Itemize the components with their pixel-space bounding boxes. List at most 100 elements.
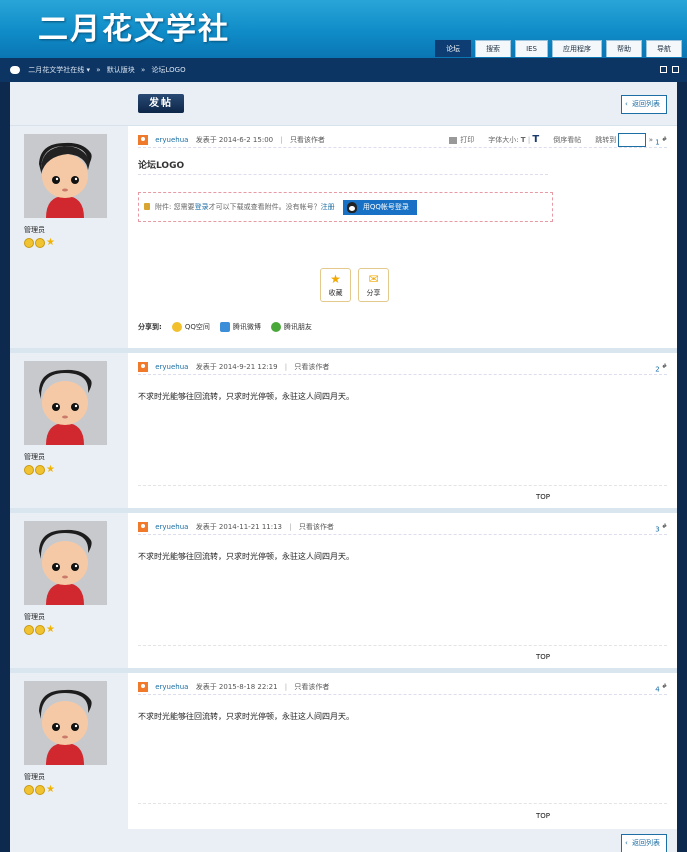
nav-tab-help[interactable]: 帮助 [606, 40, 642, 57]
floor-number[interactable]: 3 # [655, 519, 667, 537]
post-1: 管理员 ★ eryuehua 发表于 2014-6-2 15:00 | 只看该作… [10, 126, 677, 353]
share-friends-link[interactable]: 腾讯朋友 [270, 322, 312, 332]
share-weibo-label: 腾讯微博 [232, 323, 261, 331]
floor-number-value: 4 [655, 685, 660, 694]
jump-page-input[interactable] [618, 133, 647, 147]
post-3: 管理员 ★ eryuehua 发表于 2014-11-21 11:13 | 只看… [10, 513, 677, 673]
post-date: 发表于 2014-6-2 15:00 [195, 136, 274, 144]
site-logo[interactable]: 二月花文学社 [38, 4, 230, 48]
nav-tab-navigation[interactable]: 导航 [646, 40, 682, 57]
sun-rank-icon [24, 465, 34, 475]
post-author[interactable]: eryuehua [155, 136, 188, 144]
post-main: eryuehua 发表于 2014-11-21 11:13 | 只看该作者 3 … [138, 513, 667, 673]
sun-rank-icon [35, 465, 45, 475]
chat-bubble-icon [10, 66, 20, 74]
reverse-order-link[interactable]: 倒序看帖 [553, 132, 581, 148]
star-rank-icon: ★ [46, 624, 55, 635]
post-divider [138, 485, 667, 486]
nav-tab-search[interactable]: 搜索 [475, 40, 512, 57]
post-body: 不求时光能够往回流转，只求时光停顿，永驻这人间四月天。 [138, 712, 354, 721]
floor-number[interactable]: 2 # [655, 359, 667, 377]
user-role: 管理员 [24, 613, 45, 621]
only-author-link[interactable]: 只看该作者 [290, 136, 325, 144]
qq-login-button[interactable]: 用QQ帐号登录 [342, 199, 417, 215]
breadcrumb: 二月花文学社在线 ▾ » 默认版块 » 论坛LOGO [0, 58, 687, 82]
only-author-link[interactable]: 只看该作者 [294, 683, 329, 691]
post-main: eryuehua 发表于 2014-6-2 15:00 | 只看该作者 打印 字… [138, 126, 667, 353]
narrow-view-icon[interactable] [660, 66, 667, 73]
jump-go-button[interactable]: » [649, 136, 653, 144]
share-to-label: 分享到: [138, 323, 162, 331]
rank-stars: ★ [24, 238, 56, 248]
avatar[interactable] [24, 681, 107, 765]
post-body: 不求时光能够往回流转，只求时光停顿，永驻这人间四月天。 [138, 392, 354, 401]
qzone-icon [171, 322, 182, 332]
nav-tab-ies[interactable]: IES [515, 40, 548, 57]
attach-text-2: 才可以下载或查看附件。没有帐号？ [208, 203, 321, 211]
back-to-list-button[interactable]: 返回列表 [621, 95, 667, 114]
print-label: 打印 [460, 136, 475, 144]
thread-tools: 打印 字体大小: T | T 倒序看帖 跳转到 » [449, 132, 653, 148]
post-author-sidebar: 管理员 ★ [10, 353, 128, 508]
only-author-link[interactable]: 只看该作者 [294, 363, 329, 371]
star-icon: ★ [330, 272, 341, 286]
divider: | [284, 683, 288, 691]
breadcrumb-site[interactable]: 二月花文学社在线 [28, 66, 84, 74]
nav-tab-forum[interactable]: 论坛 [435, 40, 472, 57]
avatar[interactable] [24, 134, 107, 218]
thread-content: 发帖 返回列表 管理员 [10, 82, 677, 852]
post-author[interactable]: eryuehua [155, 363, 188, 371]
font-small-button[interactable]: T [521, 136, 526, 144]
font-large-button[interactable]: T [532, 134, 539, 145]
font-size-control: 字体大小: T | T [488, 132, 539, 148]
user-icon [138, 362, 148, 372]
share-qzone-link[interactable]: QQ空间 [171, 322, 210, 332]
post-divider [138, 803, 667, 804]
star-rank-icon: ★ [46, 784, 55, 795]
login-link[interactable]: 登录 [195, 203, 209, 211]
printer-icon [449, 136, 458, 144]
sun-rank-icon [24, 625, 34, 635]
divider: | [289, 523, 292, 531]
post-date: 发表于 2014-11-21 11:13 [195, 523, 283, 531]
post-4: 管理员 ★ eryuehua 发表于 2015-8-18 22:21 | 只看该… [10, 673, 677, 829]
share-label: 分享 [366, 289, 381, 297]
post-date: 发表于 2015-8-18 22:21 [195, 683, 278, 691]
breadcrumb-forum[interactable]: 默认版块 [107, 66, 135, 74]
breadcrumb-thread: 论坛LOGO [151, 66, 186, 74]
favorite-button[interactable]: ★ 收藏 [320, 268, 351, 302]
floor-number-value: 3 [655, 525, 660, 534]
divider: | [527, 136, 531, 144]
avatar[interactable] [24, 361, 107, 445]
floor-number[interactable]: 1 # [655, 132, 667, 150]
back-to-top-link[interactable]: TOP [536, 653, 550, 661]
back-to-list-button[interactable]: 返回列表 [621, 834, 667, 852]
new-post-button[interactable]: 发帖 [138, 94, 184, 113]
floor-number[interactable]: 4 # [655, 679, 667, 697]
post-author[interactable]: eryuehua [155, 523, 188, 531]
chevron-down-icon[interactable]: ▾ [86, 66, 90, 74]
share-button[interactable]: ✉ 分享 [358, 268, 389, 302]
post-title: 论坛LOGO [138, 161, 185, 171]
sun-rank-icon [35, 238, 45, 248]
wide-view-icon[interactable] [672, 66, 679, 73]
weibo-icon [219, 322, 230, 332]
post-author[interactable]: eryuehua [155, 683, 188, 691]
floor-mark: # [661, 136, 667, 143]
sun-rank-icon [35, 625, 45, 635]
back-to-top-link[interactable]: TOP [536, 493, 550, 501]
share-weibo-link[interactable]: 腾讯微博 [219, 322, 261, 332]
register-link[interactable]: 注册 [321, 203, 335, 211]
back-to-top-link[interactable]: TOP [536, 812, 550, 820]
user-role: 管理员 [24, 226, 45, 234]
sun-rank-icon [35, 785, 45, 795]
avatar[interactable] [24, 521, 107, 605]
print-link[interactable]: 打印 [449, 132, 474, 148]
only-author-link[interactable]: 只看该作者 [299, 523, 334, 531]
rank-stars: ★ [24, 465, 56, 475]
sun-rank-icon [24, 785, 34, 795]
friends-icon [270, 322, 281, 332]
site-header: 二月花文学社 论坛 搜索 IES 应用程序 帮助 导航 [0, 0, 687, 58]
post-meta: eryuehua 发表于 2015-8-18 22:21 | 只看该作者 4 # [138, 679, 667, 695]
nav-tab-apps[interactable]: 应用程序 [552, 40, 602, 57]
